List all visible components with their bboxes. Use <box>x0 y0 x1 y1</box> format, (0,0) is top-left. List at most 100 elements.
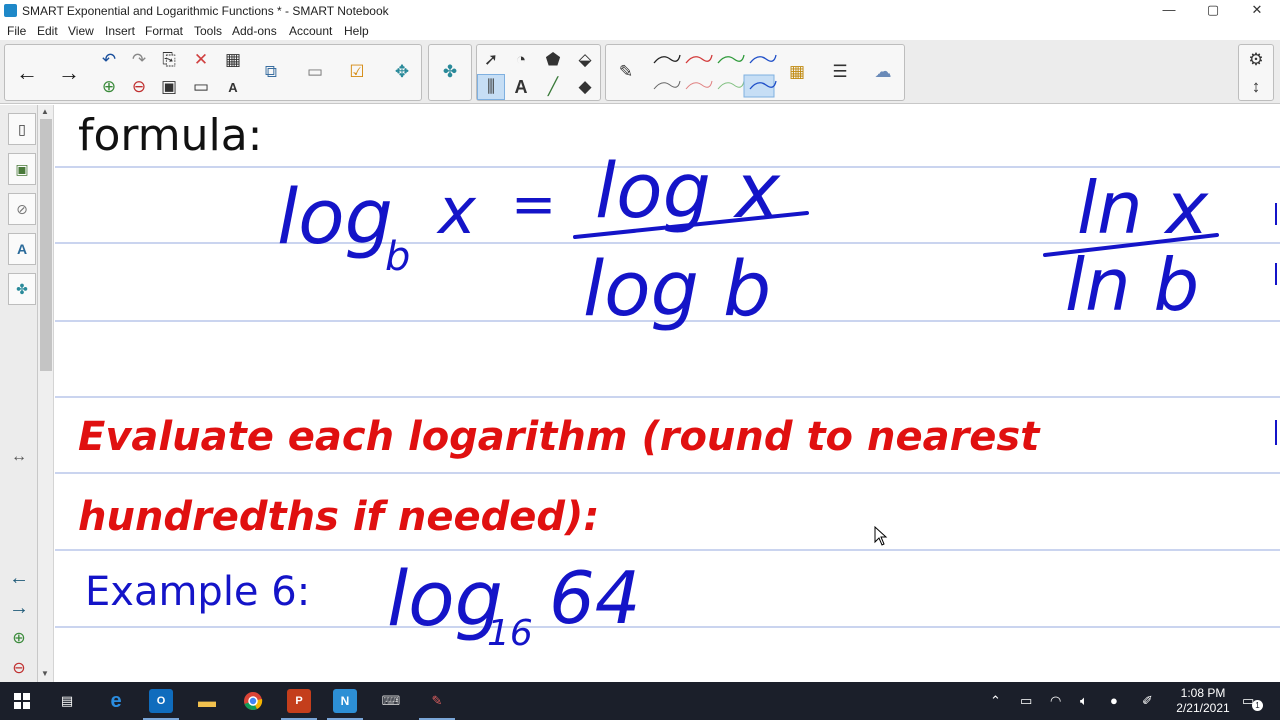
next-page-icon[interactable]: → <box>8 597 30 619</box>
toolbar-group-addons: ✤ <box>428 44 472 101</box>
start-icon[interactable] <box>10 689 34 713</box>
select-active-tool[interactable]: ⫼ <box>477 74 505 100</box>
pen-fill-icon[interactable]: ⬙ <box>571 47 599 73</box>
clock-date: 2/21/2021 <box>1176 701 1230 715</box>
formula-equals: = <box>511 173 556 236</box>
properties-icon[interactable]: A <box>8 233 36 265</box>
delete-page-icon[interactable]: ⊖ <box>125 74 153 100</box>
maximize-button[interactable]: ▢ <box>1190 0 1236 22</box>
outlook-icon[interactable]: O <box>143 689 179 720</box>
example-label: Example 6: <box>85 569 310 615</box>
pen-workspace-icon[interactable]: ✐ <box>1142 693 1153 709</box>
microphone-icon[interactable]: ● <box>1110 693 1118 708</box>
select-icon[interactable]: ➚ <box>477 47 505 73</box>
response-icon[interactable]: ☑ <box>343 59 371 85</box>
scroll-thumb[interactable] <box>40 119 52 371</box>
battery-icon[interactable]: ▭ <box>1020 693 1032 709</box>
fullscreen-icon[interactable]: ▭ <box>187 74 215 100</box>
puzzle-icon[interactable]: ✤ <box>436 59 464 85</box>
vertical-scrollbar[interactable]: ▲ ▼ <box>38 105 54 685</box>
side-tab-panel: ▯ ▣ ⊘ A ✤ ↔ ← → ⊕ ⊖ <box>0 105 38 685</box>
minimize-button[interactable]: — <box>1146 0 1192 22</box>
edge-icon[interactable]: e <box>104 689 128 713</box>
add-ons-icon[interactable]: ✤ <box>8 273 36 305</box>
toolbar-group-settings: ⚙ ↕ <box>1238 44 1274 101</box>
scroll-up-icon[interactable]: ▲ <box>41 107 49 116</box>
formula-log-subscript: b <box>385 234 410 280</box>
formula-denominator: log b <box>583 244 771 333</box>
delete-icon[interactable]: ✕ <box>187 47 215 73</box>
delete-page-icon-side[interactable]: ⊖ <box>8 657 30 679</box>
formula-natural-log: ln x ln b <box>1065 166 1210 327</box>
formula-change-of-base: log b x = log x log b <box>277 146 781 333</box>
menu-format[interactable]: Format <box>145 24 183 38</box>
formula-variable: x <box>436 175 477 249</box>
text-icon[interactable]: A <box>507 74 535 100</box>
menu-tools[interactable]: Tools <box>194 24 222 38</box>
notebook-page[interactable]: formula: log b x = log x log b ln x ln b… <box>55 105 1280 685</box>
page-sorter-icon[interactable]: ▯ <box>8 113 36 145</box>
add-on-icon[interactable]: ✥ <box>388 59 416 85</box>
main-toolbar: ← → ↶ ↷ ⎘ ✕ ▦ ⊕ ⊖ ▣ ▭ A ⧉ ▭ ☑ ✥ ✤ ➚ ⫼ ◔ … <box>0 40 1280 104</box>
line-properties-icon[interactable]: ☰ <box>826 59 854 85</box>
pen-icon[interactable]: ✎ <box>612 59 640 85</box>
title-bar: SMART Exponential and Logarithmic Functi… <box>0 0 1280 22</box>
volume-icon[interactable]: 🔈︎ <box>1080 693 1088 709</box>
menu-account[interactable]: Account <box>289 24 332 38</box>
table-icon[interactable]: ▦ <box>219 47 247 73</box>
wifi-icon[interactable]: ◠ <box>1050 693 1061 709</box>
line-icon[interactable]: ╱ <box>539 74 567 100</box>
smart-notebook-icon[interactable]: N <box>327 689 363 720</box>
screen-capture-icon[interactable]: ⧉ <box>257 59 285 85</box>
back-arrow-icon[interactable]: ← <box>13 60 41 86</box>
menu-help[interactable]: Help <box>344 24 369 38</box>
smart-ink-icon[interactable]: ✎ <box>419 689 455 720</box>
add-page-icon-side[interactable]: ⊕ <box>8 627 30 649</box>
chrome-icon[interactable] <box>241 689 265 713</box>
show-hidden-icons-icon[interactable]: ⌃ <box>990 693 1001 709</box>
menu-add-ons[interactable]: Add-ons <box>232 24 277 38</box>
menu-insert[interactable]: Insert <box>105 24 135 38</box>
smart-notebook-app-icon <box>4 4 17 17</box>
undo-icon[interactable]: ↶ <box>95 47 123 73</box>
text-tool-icon[interactable]: A <box>219 74 247 100</box>
fill-icon[interactable]: ⬟ <box>539 47 567 73</box>
file-explorer-icon[interactable]: ▬ <box>195 689 219 713</box>
menu-edit[interactable]: Edit <box>37 24 58 38</box>
gallery-icon[interactable]: ▣ <box>8 153 36 185</box>
forward-arrow-icon[interactable]: → <box>55 60 83 86</box>
paste-icon[interactable]: ⎘ <box>155 47 183 73</box>
example-log: log <box>387 554 503 643</box>
shapes-icon[interactable]: ◔ <box>507 47 535 73</box>
heading-formula: formula: <box>78 110 263 161</box>
ln-denominator: ln b <box>1065 243 1199 327</box>
redo-icon[interactable]: ↷ <box>125 47 153 73</box>
mouse-cursor-icon <box>874 526 888 546</box>
powerpoint-icon[interactable]: P <box>281 689 317 720</box>
toolbar-group-main: ← → ↶ ↷ ⎘ ✕ ▦ ⊕ ⊖ ▣ ▭ A ⧉ ▭ ☑ ✥ <box>4 44 422 101</box>
task-view-icon[interactable]: ▤ <box>55 689 79 713</box>
resize-handle-icon[interactable]: ↔ <box>8 446 30 468</box>
settings-icon[interactable]: ⚙ <box>1242 47 1270 73</box>
menu-bar: File Edit View Insert Format Tools Add-o… <box>0 22 1280 40</box>
toolbar-group-select: ➚ ⫼ ◔ A ⬟ ╱ ⬙ ◆ <box>476 44 601 101</box>
save-icon[interactable]: ▣ <box>155 74 183 100</box>
attachments-icon[interactable]: ⊘ <box>8 193 36 225</box>
smart-tools-icon[interactable]: ⌨ <box>379 689 403 713</box>
example-subscript: 16 <box>487 613 533 654</box>
camera-icon[interactable]: ▭ <box>301 59 329 85</box>
color-palette-icon[interactable]: ▦ <box>783 59 811 85</box>
menu-file[interactable]: File <box>7 24 26 38</box>
pen-color-swatches[interactable] <box>650 49 778 99</box>
close-button[interactable]: ✕ <box>1234 0 1280 22</box>
page-ink-layer: formula: log b x = log x log b ln x ln b… <box>55 110 1280 654</box>
add-page-icon[interactable]: ⊕ <box>95 74 123 100</box>
magic-pen-icon[interactable]: ☁ <box>869 59 897 85</box>
previous-page-icon[interactable]: ← <box>8 567 30 589</box>
toolbar-move-icon[interactable]: ↕ <box>1242 74 1270 100</box>
menu-view[interactable]: View <box>68 24 94 38</box>
system-clock[interactable]: 1:08 PM 2/21/2021 <box>1168 686 1238 716</box>
eraser-icon[interactable]: ◆ <box>571 74 599 100</box>
scroll-down-icon[interactable]: ▼ <box>41 669 49 678</box>
notification-count-badge: 1 <box>1252 700 1263 711</box>
